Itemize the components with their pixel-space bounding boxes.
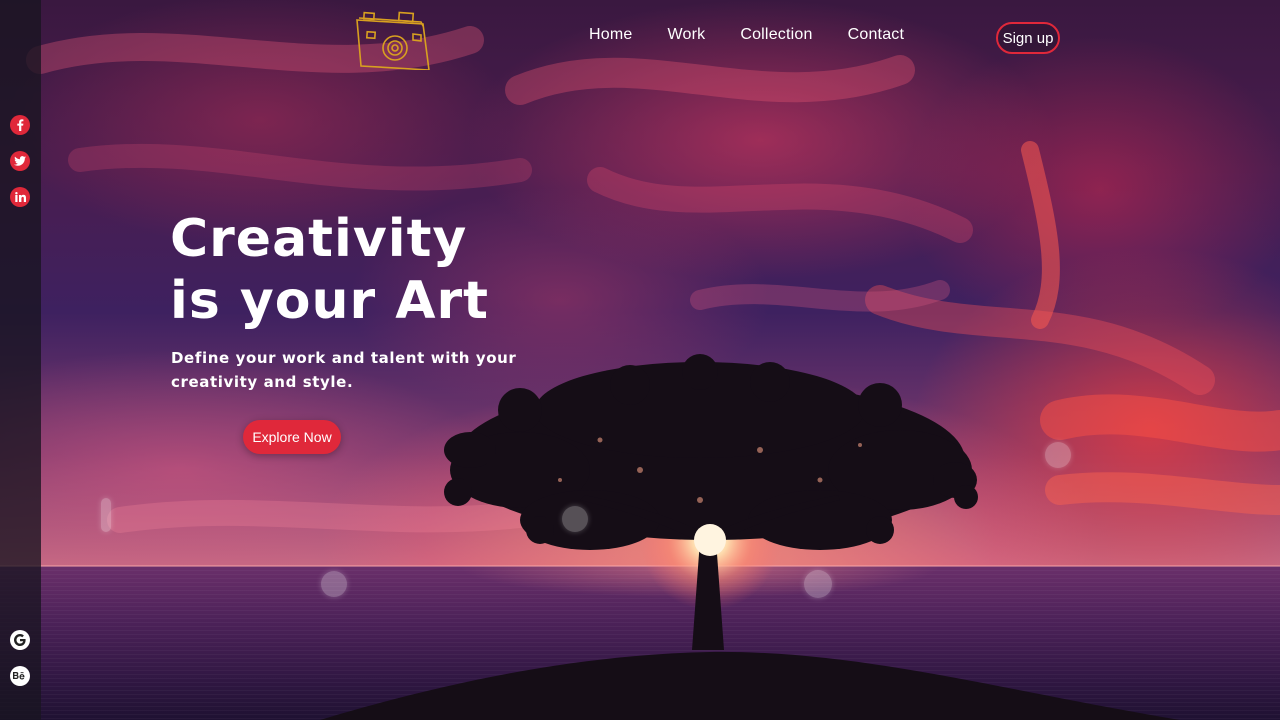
signup-button[interactable]: Sign up (996, 22, 1060, 54)
bokeh-light (321, 571, 347, 597)
google-icon[interactable] (10, 630, 30, 650)
nav-home[interactable]: Home (589, 26, 632, 44)
bokeh-light (804, 570, 832, 598)
headline-line-2: is your Art (170, 271, 490, 331)
hero-subtitle: Define your work and talent with your cr… (171, 349, 517, 391)
headline-line-1: Creativity (170, 209, 468, 269)
facebook-icon[interactable] (10, 115, 30, 135)
linkedin-icon[interactable] (10, 187, 30, 207)
bokeh-light (562, 506, 588, 532)
hero-headline: Creativity is your Art (170, 208, 489, 332)
camera-icon[interactable] (353, 10, 435, 70)
nav-collection[interactable]: Collection (740, 26, 812, 44)
nav-contact[interactable]: Contact (848, 26, 905, 44)
sun (694, 524, 726, 556)
bokeh-light (101, 498, 111, 532)
social-links-top (10, 115, 30, 223)
social-links-bottom (10, 630, 30, 702)
nav-work[interactable]: Work (667, 26, 705, 44)
social-sidebar (0, 0, 41, 720)
behance-icon[interactable] (10, 666, 30, 686)
explore-now-button[interactable]: Explore Now (243, 420, 341, 454)
bokeh-light (1045, 442, 1071, 468)
main-nav: Home Work Collection Contact (589, 26, 939, 44)
twitter-icon[interactable] (10, 151, 30, 171)
